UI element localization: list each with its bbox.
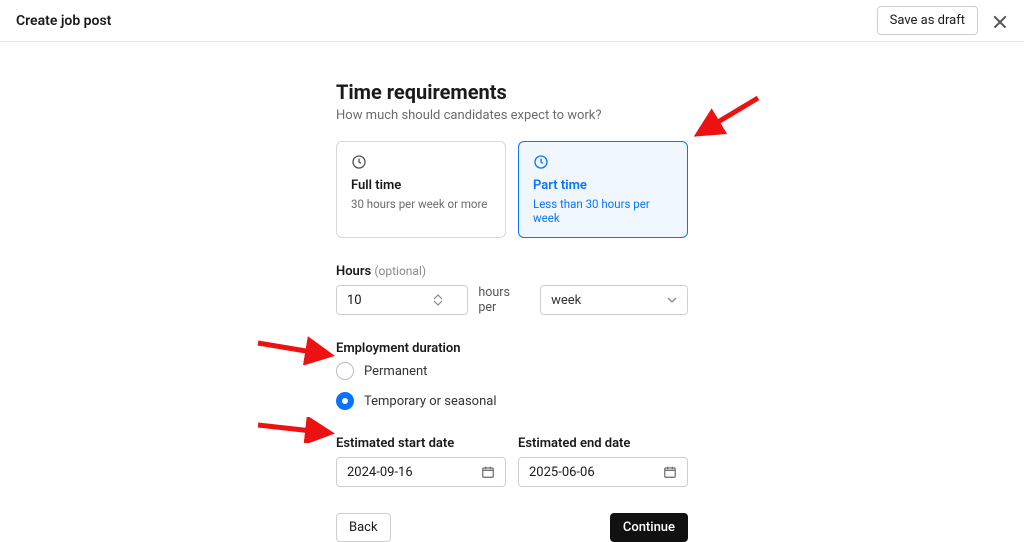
app-header: Create job post Save as draft — [0, 0, 1024, 42]
temporary-radio-row[interactable]: Temporary or seasonal — [336, 392, 688, 410]
clock-icon — [533, 154, 549, 170]
parttime-sub: Less than 30 hours per week — [533, 197, 673, 225]
hours-input[interactable]: 10 — [336, 285, 468, 315]
save-draft-button[interactable]: Save as draft — [877, 6, 978, 35]
start-date-value: 2024-09-16 — [347, 465, 413, 480]
end-date-col: Estimated end date 2025-06-06 — [518, 436, 688, 487]
page-title: Create job post — [16, 13, 111, 29]
parttime-title: Part time — [533, 178, 673, 193]
annotation-arrow — [252, 335, 337, 365]
start-date-input[interactable]: 2024-09-16 — [336, 457, 506, 487]
parttime-card[interactable]: Part time Less than 30 hours per week — [518, 141, 688, 238]
calendar-icon — [481, 465, 495, 479]
number-stepper[interactable] — [433, 294, 443, 306]
date-row: Estimated start date 2024-09-16 Estimate… — [336, 436, 688, 487]
start-date-col: Estimated start date 2024-09-16 — [336, 436, 506, 487]
hours-row: 10 hours per week — [336, 285, 688, 315]
continue-button[interactable]: Continue — [610, 513, 688, 542]
duration-label: Employment duration — [336, 341, 688, 356]
hours-label-text: Hours — [336, 264, 371, 279]
fulltime-card[interactable]: Full time 30 hours per week or more — [336, 141, 506, 238]
clock-icon — [351, 154, 367, 170]
radio-icon — [336, 392, 354, 410]
section-subheading: How much should candidates expect to wor… — [336, 108, 688, 123]
fulltime-title: Full time — [351, 178, 491, 193]
start-date-label: Estimated start date — [336, 436, 506, 451]
hours-unit-value: week — [551, 293, 581, 308]
hours-optional-text: (optional) — [374, 264, 426, 278]
chevron-down-icon — [433, 300, 443, 306]
calendar-icon — [663, 465, 677, 479]
back-button[interactable]: Back — [336, 513, 391, 542]
permanent-radio-row[interactable]: Permanent — [336, 362, 688, 380]
header-actions: Save as draft — [877, 6, 1008, 35]
section-heading: Time requirements — [336, 80, 688, 104]
temporary-label: Temporary or seasonal — [364, 394, 497, 409]
end-date-value: 2025-06-06 — [529, 465, 595, 480]
radio-icon — [336, 362, 354, 380]
end-date-input[interactable]: 2025-06-06 — [518, 457, 688, 487]
hours-unit-select[interactable]: week — [540, 285, 688, 315]
form-container: Time requirements How much should candid… — [336, 42, 688, 542]
form-footer: Back Continue — [336, 513, 688, 542]
permanent-label: Permanent — [364, 364, 427, 379]
chevron-down-icon — [667, 297, 677, 303]
fulltime-sub: 30 hours per week or more — [351, 197, 491, 211]
close-icon[interactable] — [992, 13, 1008, 29]
hours-per-text: hours per — [478, 285, 530, 315]
hours-value: 10 — [347, 293, 362, 308]
annotation-arrow — [252, 417, 337, 443]
end-date-label: Estimated end date — [518, 436, 688, 451]
annotation-arrow — [688, 92, 768, 142]
time-type-cards: Full time 30 hours per week or more Part… — [336, 141, 688, 238]
duration-radios: Permanent Temporary or seasonal — [336, 362, 688, 410]
hours-label: Hours (optional) — [336, 264, 688, 279]
